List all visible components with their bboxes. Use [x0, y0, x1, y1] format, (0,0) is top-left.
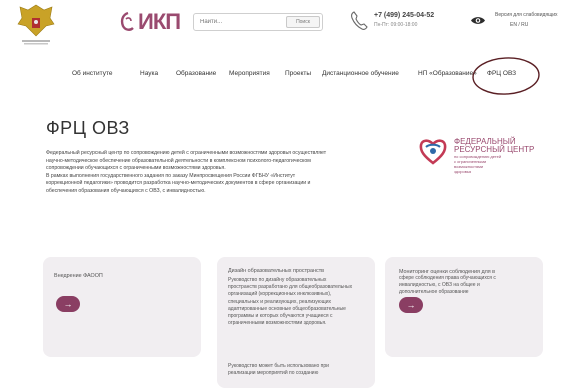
description-text: Федеральный ресурсный центр по сопровожд… [46, 150, 386, 196]
card-arrow-button[interactable]: → [56, 296, 80, 312]
phone-hours: Пн-Пт: 09:00-18:00 [374, 22, 418, 28]
card-line: организаций (коррекционных инклюзивных), [228, 291, 332, 298]
page-title: ФРЦ ОВЗ [46, 118, 130, 138]
frc-logo-text: ФЕДЕРАЛЬНЫЙ РЕСУРСНЫЙ ЦЕНТР по сопровожд… [454, 138, 544, 175]
card-faoop[interactable]: Внедрение ФАООП → [43, 257, 201, 357]
nav-item-science[interactable]: Наука [140, 70, 158, 77]
card-arrow-button[interactable]: → [399, 297, 423, 313]
description-line: обеспечения образования обучающихся с ОВ… [46, 187, 206, 194]
site-header: ИКП Поиск +7 (499) 245-04-52 Пн-Пт: 09:0… [0, 0, 578, 50]
card-description: сфере соблюдения права обучающихся с инв… [399, 275, 539, 297]
language-switch[interactable]: EN / RU [510, 22, 528, 28]
card-description-2: Руководство может быть использовано при … [228, 363, 368, 377]
description-line: сопровождении обучающихся с ограниченным… [46, 165, 226, 172]
card-line: дополнительное образование [399, 289, 469, 296]
phone-icon [350, 10, 368, 32]
card-monitoring[interactable]: Мониторинг оценки соблюдения для в сфере… [385, 257, 543, 357]
ikp-logo-mark-icon [120, 11, 134, 31]
logo-text: ИКП [138, 9, 181, 34]
card-line: сфере соблюдения права обучающихся с [399, 275, 496, 281]
card-line: специальных и реализующих, реализующих [228, 298, 332, 305]
frc-logo-small: здоровья [454, 169, 472, 174]
description-line: научно-методическое обеспечение образова… [46, 157, 311, 164]
nav-item-np-education[interactable]: НП «Образование» [418, 70, 477, 77]
phone-number[interactable]: +7 (499) 245-04-52 [374, 12, 434, 19]
card-line: Руководство по дизайну образовательных [228, 277, 327, 283]
card-line: адаптированные основные общеобразователь… [228, 305, 346, 312]
accessibility-version-link[interactable]: Версия для слабовидящих [495, 12, 558, 18]
hand-drawn-circle-annotation [472, 57, 540, 95]
card-title: Дизайн образовательных пространств [228, 268, 325, 274]
frc-logo-line: РЕСУРСНЫЙ ЦЕНТР [454, 145, 535, 154]
search-input[interactable] [194, 14, 282, 30]
nav-item-education[interactable]: Образование [176, 70, 216, 77]
search-box: Поиск [193, 13, 323, 31]
description-line: коррекционной педагогики» проводится раз… [46, 180, 311, 187]
card-line: программы и которых обучаются учащиеся с [228, 313, 333, 320]
nav-item-about[interactable]: Об институте [72, 70, 112, 77]
eye-icon[interactable] [470, 13, 486, 24]
frc-heart-logo-icon [418, 136, 448, 166]
nav-item-events[interactable]: Мероприятия [229, 70, 270, 77]
card-line: инвалидностью, с ОВЗ на общее и [399, 282, 480, 289]
card-design[interactable]: Дизайн образовательных пространств Руков… [217, 257, 375, 388]
description-line: Федеральный ресурсный центр по сопровожд… [46, 150, 327, 156]
ikp-logo[interactable]: ИКП [118, 10, 184, 34]
card-line: ограниченными возможностями здоровья. [228, 320, 327, 327]
card-title: Внедрение ФАООП [54, 273, 103, 279]
card-line: реализации мероприятий по созданию [228, 370, 319, 377]
card-description: Руководство по дизайну образовательных п… [228, 277, 368, 327]
search-button[interactable]: Поиск [286, 16, 320, 28]
nav-item-projects[interactable]: Проекты [285, 70, 311, 77]
nav-item-distance-learning[interactable]: Дистанционное обучение [322, 70, 399, 77]
coat-of-arms-icon[interactable] [14, 2, 58, 48]
